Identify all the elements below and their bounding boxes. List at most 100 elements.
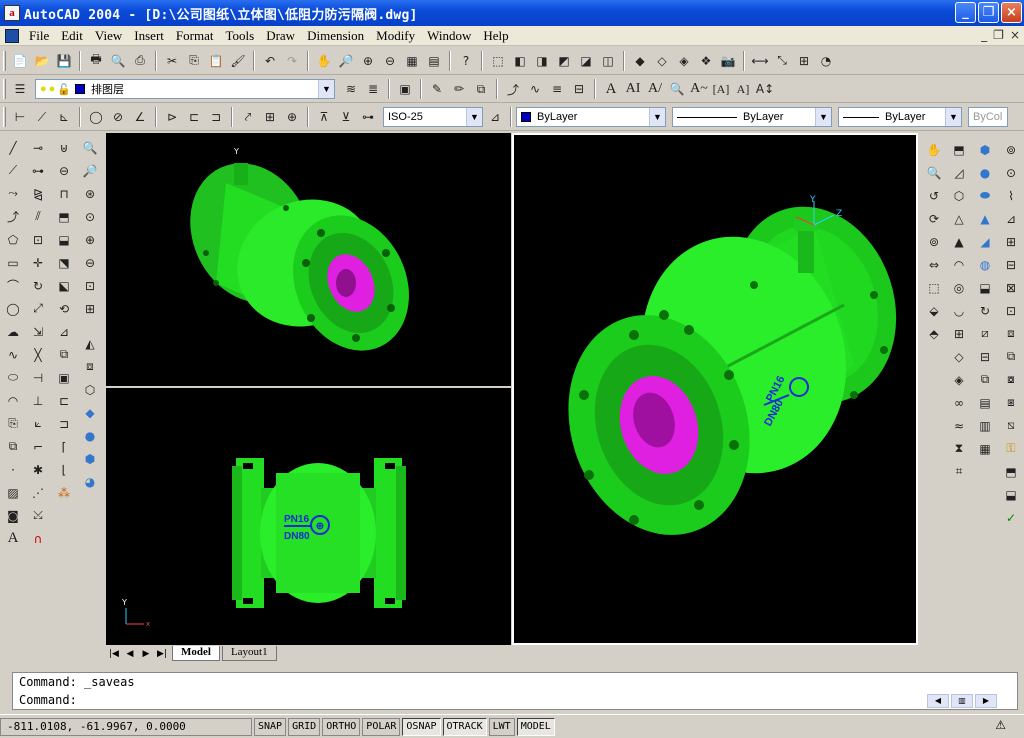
menu-view[interactable]: View	[89, 28, 128, 44]
lwt-toggle[interactable]: LWT	[488, 717, 515, 736]
chevron-down-icon[interactable]: ▼	[815, 108, 831, 126]
torus-icon[interactable]: ◎	[948, 277, 970, 298]
slice-icon[interactable]: ⧄	[974, 323, 996, 344]
viewport-top-left[interactable]: Y	[106, 133, 511, 386]
scroll-right-icon[interactable]: ▶	[975, 694, 997, 708]
toolbar-grip[interactable]	[3, 50, 6, 71]
last-tab-button[interactable]: ▶|	[154, 647, 170, 661]
setup-profile-icon[interactable]: ▦	[974, 438, 996, 459]
taper-faces-icon[interactable]: ⊿	[53, 321, 75, 342]
scene-icon[interactable]: ⧈	[79, 356, 101, 377]
explode-icon[interactable]: ✱	[27, 459, 49, 480]
continue-dimension-icon[interactable]: ⊐	[206, 107, 226, 127]
pyramid-icon[interactable]: △	[948, 208, 970, 229]
se-iso-icon[interactable]: ◇	[652, 51, 672, 71]
minimize-button[interactable]: _	[955, 2, 976, 23]
layer-previous-icon[interactable]: ≣	[363, 79, 383, 99]
box-primitive-icon[interactable]: ⬢	[974, 139, 996, 160]
box-solid-icon[interactable]: ⬒	[948, 139, 970, 160]
color-edges-icon[interactable]: ⊐	[53, 413, 75, 434]
chamfer-icon[interactable]: ⟀	[27, 413, 49, 434]
radius-dimension-icon[interactable]: ◯	[86, 107, 106, 127]
setup-drawing-icon[interactable]: ▤	[974, 392, 996, 413]
dimension-aligned-icon[interactable]: ⤡	[772, 51, 792, 71]
zoom-window-icon[interactable]: 🔍	[79, 137, 101, 158]
move-faces-icon[interactable]: ⬓	[53, 229, 75, 250]
3d-face-icon[interactable]: ◇	[948, 346, 970, 367]
publish-icon[interactable]: ⎙	[130, 51, 150, 71]
modify-extra-icon[interactable]: ⋰	[27, 482, 49, 503]
torus-primitive-icon[interactable]: ◍	[974, 254, 996, 275]
first-tab-button[interactable]: |◀	[106, 647, 122, 661]
zoom-out-icon[interactable]: ⊖	[79, 252, 101, 273]
new-file-icon[interactable]: 📄	[10, 51, 30, 71]
copy-edges-icon[interactable]: ⊏	[53, 390, 75, 411]
draworder-icon[interactable]: ⊚	[1000, 139, 1022, 160]
ortho-toggle[interactable]: ORTHO	[322, 717, 361, 736]
doc-minimize-button[interactable]: _	[981, 28, 987, 42]
drawing-area[interactable]: Y ⊕ PN16 DN80 Y x PN16 DN80 Y Z	[106, 133, 918, 645]
lock-edit-icon[interactable]: ⚿	[1000, 438, 1022, 459]
cube-icon[interactable]: ⬡	[948, 185, 970, 206]
spline-edit-icon[interactable]: ⊿	[1000, 208, 1022, 229]
make-block-icon[interactable]: ⧉	[2, 436, 24, 457]
coordinate-readout[interactable]: -811.0108, -61.9967, 0.0000	[0, 717, 252, 736]
3d-clip-icon[interactable]: ⬚	[923, 277, 945, 298]
sw-iso-icon[interactable]: ◆	[630, 51, 650, 71]
camera-icon[interactable]: 📷	[718, 51, 738, 71]
array-icon[interactable]: ⊡	[27, 229, 49, 250]
open-file-icon[interactable]: 📂	[32, 51, 52, 71]
menu-modify[interactable]: Modify	[370, 28, 421, 44]
redo-icon[interactable]: ↷	[282, 51, 302, 71]
front-clip-icon[interactable]: ⬙	[923, 300, 945, 321]
angular-dimension-icon[interactable]: ∠	[130, 107, 150, 127]
revolve-icon[interactable]: ↻	[974, 300, 996, 321]
imprint-icon[interactable]: ⌈	[53, 436, 75, 457]
save-icon[interactable]: 💾	[54, 51, 74, 71]
command-prompt[interactable]: Command:	[13, 691, 1017, 709]
viewport-right-active[interactable]: PN16 DN80 Y Z	[512, 133, 918, 645]
baseline-dimension-icon[interactable]: ⊏	[184, 107, 204, 127]
menu-window[interactable]: Window	[421, 28, 477, 44]
properties-icon[interactable]: ▦	[402, 51, 422, 71]
line-icon[interactable]: ╱	[2, 137, 24, 158]
rectangle-icon[interactable]: ▭	[2, 252, 24, 273]
magnet-icon[interactable]: ∩	[27, 528, 49, 549]
chevron-down-icon[interactable]: ▼	[945, 108, 961, 126]
render-icon[interactable]: ◭	[79, 333, 101, 354]
edit-hatch-icon[interactable]: ⧉	[471, 79, 491, 99]
tolerance-icon[interactable]: ⊞	[260, 107, 280, 127]
dimension-style-select[interactable]: ISO-25 ▼	[383, 107, 483, 127]
region-icon[interactable]: ◙	[2, 505, 24, 526]
insert-block-icon[interactable]: ⎘	[2, 413, 24, 434]
wedge-primitive-icon[interactable]: ◢	[974, 231, 996, 252]
document-icon[interactable]	[5, 28, 19, 43]
attribute-edit-icon[interactable]: ⊟	[1000, 254, 1022, 275]
color-faces-icon[interactable]: ▣	[53, 367, 75, 388]
fillet-icon[interactable]: ⌐	[27, 436, 49, 457]
3d-pan-icon[interactable]: ✋	[923, 139, 945, 160]
circle-icon[interactable]: ◯	[2, 298, 24, 319]
menu-file[interactable]: File	[23, 28, 55, 44]
scale-text-icon[interactable]: [A]	[711, 79, 731, 99]
3d-distance-icon[interactable]: ⇔	[923, 254, 945, 275]
menu-draw[interactable]: Draw	[260, 28, 301, 44]
menu-tools[interactable]: Tools	[219, 28, 260, 44]
print-icon[interactable]: 🖶	[86, 51, 106, 71]
quick-leader-icon[interactable]: ⤤	[238, 107, 258, 127]
3d-orbit-icon[interactable]: ↺	[923, 185, 945, 206]
color-select[interactable]: ByLayer ▼	[516, 107, 666, 127]
view-left-icon[interactable]: ◩	[554, 51, 574, 71]
arc-icon[interactable]: ⌒	[2, 275, 24, 296]
convert-distance-icon[interactable]: A↕	[755, 79, 775, 99]
preview-icon[interactable]: 🔍	[108, 51, 128, 71]
dimension-radius-icon[interactable]: ◔	[816, 51, 836, 71]
doc-restore-button[interactable]: ❐	[993, 28, 1004, 42]
zoom-window-icon[interactable]: ⊕	[358, 51, 378, 71]
layers-stack-icon[interactable]: ▣	[395, 79, 415, 99]
box-shade-icon[interactable]: ⬢	[79, 448, 101, 469]
section-icon[interactable]: ⊟	[974, 346, 996, 367]
menu-help[interactable]: Help	[477, 28, 514, 44]
move-icon[interactable]: ✛	[27, 252, 49, 273]
stretch-icon[interactable]: ⇲	[27, 321, 49, 342]
